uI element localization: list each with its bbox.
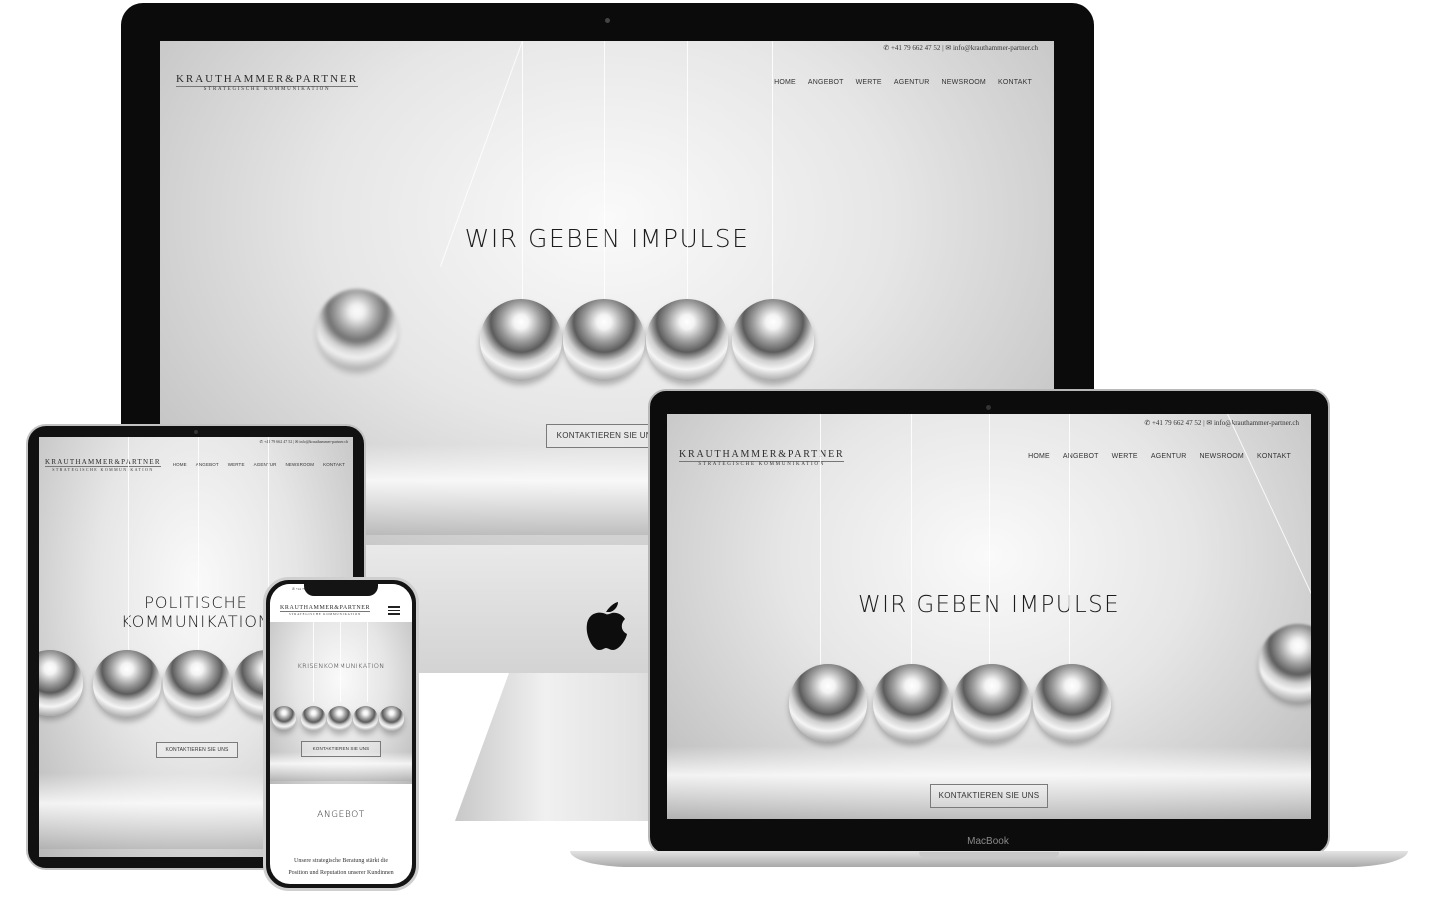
pendulum-ball xyxy=(732,299,814,381)
pendulum-ball xyxy=(1033,664,1111,742)
imac-topbar: ✆ +41 79 662 47 52 | ✉ info@krauthammer-… xyxy=(883,44,1038,52)
macbook-camera xyxy=(986,405,991,410)
pendulum-ball xyxy=(39,650,83,716)
pendulum-ball xyxy=(789,664,867,742)
nav-werte[interactable]: WERTE xyxy=(856,79,882,86)
ipad-email[interactable]: info@krauthammer-partner.ch xyxy=(299,439,348,444)
nav-angebot[interactable]: ANGEBOT xyxy=(196,462,219,467)
phone-icon: ✆ xyxy=(259,439,263,444)
nav-kontakt[interactable]: KONTAKT xyxy=(1257,453,1291,460)
pendulum-ball xyxy=(563,299,645,381)
imac-nav: HOME ANGEBOT WERTE AGENTUR NEWSROOM KONT… xyxy=(774,79,1032,86)
pendulum-ball xyxy=(272,706,296,730)
imac-phone[interactable]: +41 79 662 47 52 xyxy=(891,44,940,52)
pendulum-ball xyxy=(480,299,562,381)
pendulum-ball xyxy=(93,650,161,718)
imac-camera xyxy=(605,18,610,23)
nav-agentur[interactable]: AGENTUR xyxy=(1151,453,1187,460)
iphone-paragraph: Unsere strategische Beratung stärkt die … xyxy=(288,858,394,876)
ipad-camera xyxy=(194,430,198,434)
iphone-notch xyxy=(304,583,378,596)
nav-home[interactable]: HOME xyxy=(1028,453,1050,460)
pendulum-ball xyxy=(353,706,378,731)
mail-icon: ✉ xyxy=(1206,419,1213,427)
macbook-cta-button[interactable]: KONTAKTIEREN SIE UNS xyxy=(930,784,1048,808)
mail-icon: ✉ xyxy=(295,439,299,444)
pendulum-ball xyxy=(327,706,352,731)
iphone-section-title: ANGEBOT xyxy=(317,810,365,820)
hamburger-menu-icon[interactable] xyxy=(388,606,400,615)
iphone-cta-button[interactable]: KONTAKTIEREN SIE UNS xyxy=(301,741,381,757)
pendulum-ball xyxy=(301,706,326,731)
macbook-notch xyxy=(919,852,1059,858)
pendulum-ball xyxy=(317,289,397,369)
nav-home[interactable]: HOME xyxy=(774,79,796,86)
macbook-topbar: ✆ +41 79 662 47 52 | ✉ info@krauthammer-… xyxy=(1144,419,1299,427)
pendulum-ball xyxy=(379,706,404,731)
nav-kontakt[interactable]: KONTAKT xyxy=(998,79,1032,86)
pendulum-ball xyxy=(953,664,1031,742)
imac-logo[interactable]: KRAUTHAMMER&PARTNER STRATEGISCHE KOMMUNI… xyxy=(176,73,359,92)
ipad-logo[interactable]: KRAUTHAMMER&PARTNER STRATEGISCHE KOMMUNI… xyxy=(45,458,161,472)
pendulum-ball xyxy=(873,664,951,742)
iphone-hero-title: KRISENKOMMUNIKATION xyxy=(297,662,385,670)
ipad-topbar: ✆ +41 79 662 47 52 | ✉ info@krauthammer-… xyxy=(259,439,348,444)
nav-agentur[interactable]: AGENTUR xyxy=(254,462,277,467)
phone-icon: ✆ xyxy=(1144,419,1151,427)
nav-newsroom[interactable]: NEWSROOM xyxy=(942,79,986,86)
iphone-screen: ✆ +41 79 662 47 52 | info@krauthammer-pa… xyxy=(270,584,412,884)
pendulum-ball xyxy=(646,299,728,381)
ipad-cta-button[interactable]: KONTAKTIEREN SIE UNS xyxy=(156,742,238,758)
pendulum-ball xyxy=(1259,624,1311,702)
nav-home[interactable]: HOME xyxy=(173,462,187,467)
nav-agentur[interactable]: AGENTUR xyxy=(894,79,930,86)
nav-kontakt[interactable]: KONTAKT xyxy=(323,462,345,467)
apple-logo-icon xyxy=(583,598,629,657)
nav-newsroom[interactable]: NEWSROOM xyxy=(1200,453,1244,460)
phone-icon: ✆ xyxy=(883,44,890,52)
macbook-screen: ✆ +41 79 662 47 52 | ✉ info@krauthammer-… xyxy=(667,414,1311,819)
nav-newsroom[interactable]: NEWSROOM xyxy=(286,462,315,467)
phone-icon: ✆ xyxy=(292,587,295,591)
macbook-phone[interactable]: +41 79 662 47 52 xyxy=(1152,419,1201,427)
macbook-label: MacBook xyxy=(967,836,1009,847)
nav-angebot[interactable]: ANGEBOT xyxy=(808,79,844,86)
mail-icon: ✉ xyxy=(945,44,952,52)
macbook-nav: HOME ANGEBOT WERTE AGENTUR NEWSROOM KONT… xyxy=(1028,453,1291,460)
macbook-email[interactable]: info@krauthammer-partner.ch xyxy=(1214,419,1299,427)
iphone-logo[interactable]: KRAUTHAMMER&PARTNER STRATEGISCHE KOMMUNI… xyxy=(280,605,371,616)
nav-werte[interactable]: WERTE xyxy=(1112,453,1138,460)
iphone-hero: KRISENKOMMUNIKATION KONTAKTIEREN SIE UNS xyxy=(270,622,412,784)
imac-email[interactable]: info@krauthammer-partner.ch xyxy=(953,44,1038,52)
imac-hero-title: WIR GEBEN IMPULSE xyxy=(464,224,750,253)
nav-werte[interactable]: WERTE xyxy=(228,462,245,467)
pendulum-ball xyxy=(163,650,231,718)
